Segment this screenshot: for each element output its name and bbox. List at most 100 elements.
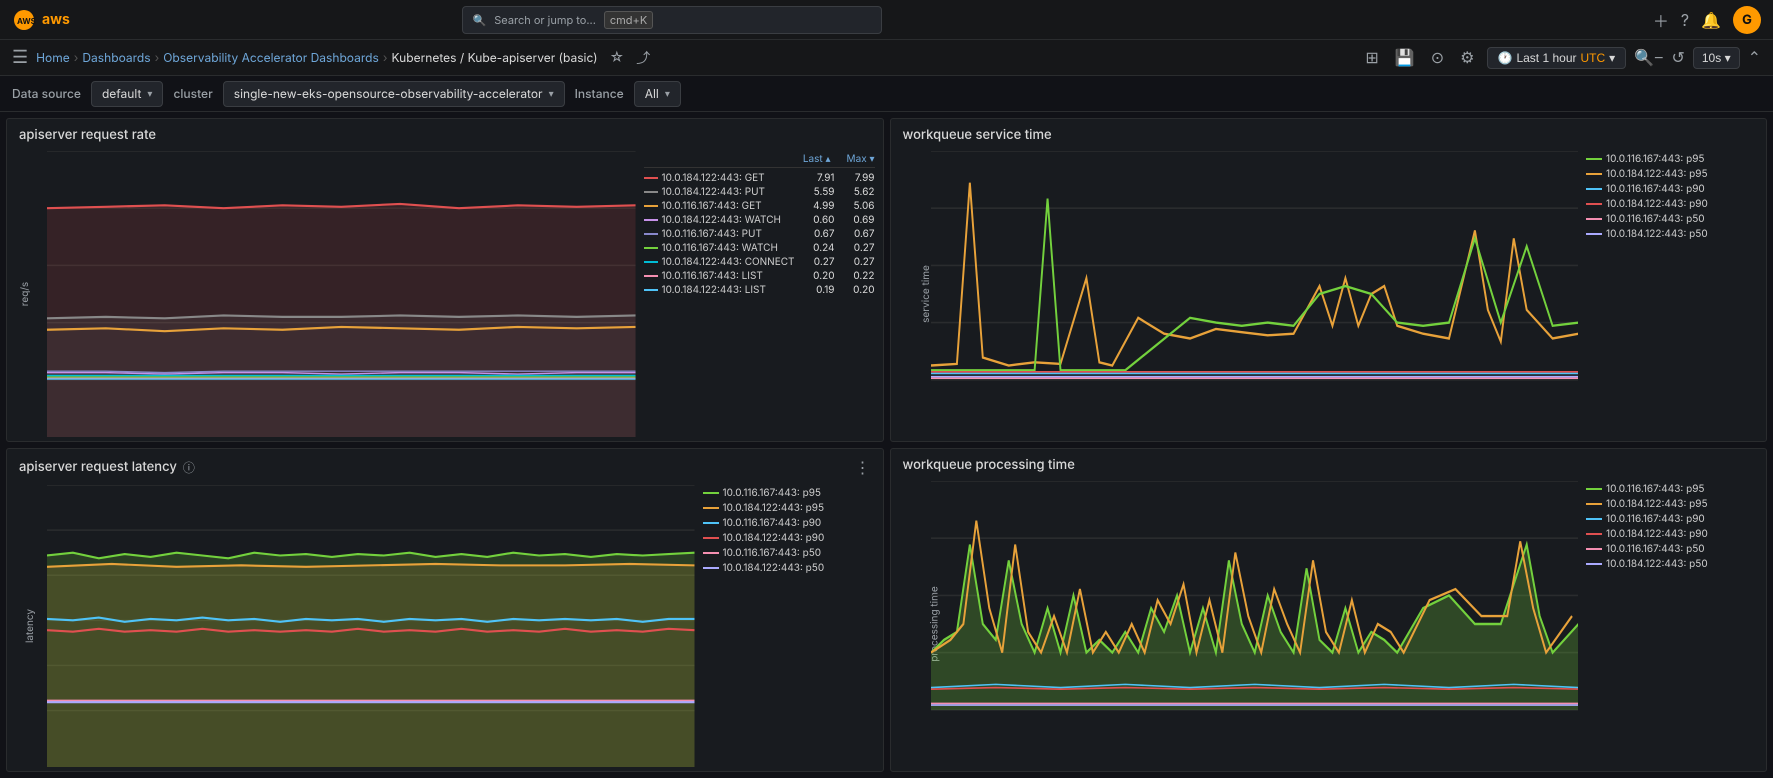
chart-inner-2: 0 s 5 ms 10 ms 15 ms 20 ms [931, 151, 1579, 437]
panel-header-2: workqueue service time [891, 119, 1767, 147]
breadcrumb-home[interactable]: Home [36, 50, 70, 65]
aws-logo: AWS aws [12, 8, 70, 32]
legend-color [644, 261, 658, 263]
chart-area-4: processing time 0 s 1 ms 2 ms 3 ms 4 ms [899, 481, 1579, 767]
wq-legend-color [1586, 158, 1602, 160]
wq-legend-2: 10.0.116.167:443: p95 10.0.184.122:443: … [1578, 151, 1758, 437]
wq-legend-name: 10.0.116.167:443: p90 [1606, 183, 1705, 195]
panel-workqueue-processing-time: workqueue processing time processing tim… [890, 448, 1768, 772]
legend-last: 0.24 [799, 242, 835, 254]
processing-legend-color [1586, 488, 1602, 490]
wq-legend-name: 10.0.184.122:443: p50 [1606, 228, 1708, 240]
save-icon[interactable]: 💾 [1391, 44, 1419, 72]
legend-color [644, 247, 658, 249]
help-icon[interactable]: ? [1681, 10, 1689, 30]
chart-area-1: req/s 0.00 5.00 10.00 15.00 2 [15, 151, 636, 437]
chart-inner-4: 0 s 1 ms 2 ms 3 ms 4 ms [931, 481, 1579, 767]
processing-legend-color [1586, 503, 1602, 505]
hamburger-menu[interactable]: ☰ [12, 47, 28, 68]
chart-area-3: latency 0 s 5 ms 10 ms 15 ms 20 ms [15, 485, 695, 767]
panel-menu-3[interactable]: ⋮ [855, 457, 871, 477]
legend-last: 0.27 [799, 256, 835, 268]
circle-icon[interactable]: ⊙ [1427, 44, 1448, 72]
panel-workqueue-service-time: workqueue service time service time 0 s … [890, 118, 1768, 442]
legend-3: 10.0.116.167:443: p95 10.0.184.122:443: … [695, 485, 875, 767]
legend-last: 0.19 [799, 284, 835, 296]
instance-select[interactable]: All ▾ [634, 81, 681, 107]
latency-legend-item: 10.0.184.122:443: p95 [703, 502, 875, 514]
legend-last: 7.91 [799, 172, 835, 184]
datasource-select[interactable]: default ▾ [91, 81, 163, 107]
nav-right-actions: ⊞ 💾 ⊙ ⚙ 🕐 Last 1 hour UTC ▾ 🔍− ↺ 10s ▾ ⌃ [1361, 44, 1761, 72]
legend-color [644, 289, 658, 291]
legend-name: 10.0.116.167:443: PUT [662, 228, 795, 240]
share-icon[interactable]: ⤴ [636, 48, 650, 68]
plus-icon[interactable]: ＋ [1653, 8, 1669, 32]
collapse-button[interactable]: ⌃ [1748, 48, 1761, 68]
processing-legend-item: 10.0.116.167:443: p95 [1586, 483, 1758, 495]
processing-legend-color [1586, 563, 1602, 565]
panel-title-2: workqueue service time [903, 127, 1052, 143]
panel-title-4: workqueue processing time [903, 457, 1075, 473]
datasource-label: Data source [12, 86, 81, 101]
latency-legend-color [703, 567, 719, 569]
wq-legend-item: 10.0.184.122:443: p95 [1586, 168, 1758, 180]
chart-inner-1: 0.00 5.00 10.00 15.00 20.00 [47, 151, 636, 437]
panel-body-2: service time 0 s 5 ms 10 ms 15 ms 20 ms [891, 147, 1767, 441]
latency-legend-color [703, 537, 719, 539]
breadcrumb: Home › Dashboards › Observability Accele… [36, 50, 597, 65]
breadcrumb-dashboards[interactable]: Dashboards [82, 50, 150, 65]
wq-legend-name: 10.0.184.122:443: p90 [1606, 198, 1708, 210]
legend-max: 0.27 [839, 242, 875, 254]
legend-max: 7.99 [839, 172, 875, 184]
cluster-select[interactable]: single-new-eks-opensource-observability-… [223, 81, 565, 107]
legend-name: 10.0.116.167:443: LIST [662, 270, 795, 282]
legend-name: 10.0.116.167:443: GET [662, 200, 795, 212]
processing-legend-item: 10.0.184.122:443: p95 [1586, 498, 1758, 510]
legend-item: 10.0.184.122:443: WATCH 0.60 0.69 [644, 214, 875, 226]
refresh-interval-button[interactable]: 10s ▾ [1693, 47, 1740, 69]
latency-legend-color [703, 552, 719, 554]
latency-legend-name: 10.0.116.167:443: p95 [723, 487, 822, 499]
search-icon: 🔍 [473, 13, 487, 27]
panel-body-3: latency 0 s 5 ms 10 ms 15 ms 20 ms [7, 481, 883, 771]
processing-legend-name: 10.0.116.167:443: p95 [1606, 483, 1705, 495]
legend-color [644, 177, 658, 179]
panel-title-1: apiserver request rate [19, 127, 156, 143]
legend-item: 10.0.116.167:443: GET 4.99 5.06 [644, 200, 875, 212]
avatar[interactable]: G [1733, 6, 1761, 34]
zoom-out-button[interactable]: 🔍− [1634, 48, 1663, 68]
legend-last: 0.20 [799, 270, 835, 282]
breadcrumb-observability[interactable]: Observability Accelerator Dashboards [163, 50, 379, 65]
zoom-refresh-button[interactable]: ↺ [1671, 48, 1684, 68]
processing-legend-color [1586, 548, 1602, 550]
bell-icon[interactable]: 🔔 [1701, 10, 1721, 30]
cluster-label: cluster [173, 86, 212, 101]
top-right-actions: ＋ ? 🔔 G [1653, 6, 1761, 34]
dashboard-grid: apiserver request rate req/s 0.00 5.00 [0, 112, 1773, 778]
wq-legend-name: 10.0.116.167:443: p95 [1606, 153, 1705, 165]
chart-area-2: service time 0 s 5 ms 10 ms 15 ms 20 ms [899, 151, 1579, 437]
info-icon-3: ⓘ [183, 459, 195, 476]
time-range-button[interactable]: 🕐 Last 1 hour UTC ▾ [1487, 47, 1627, 69]
legend-1: Last ▴ Max ▾ 10.0.184.122:443: GET 7.91 … [636, 151, 875, 437]
processing-legend-item: 10.0.184.122:443: p50 [1586, 558, 1758, 570]
star-icon[interactable]: ☆ [610, 49, 625, 66]
panel-body-1: req/s 0.00 5.00 10.00 15.00 2 [7, 147, 883, 441]
y-axis-label-1: req/s [19, 282, 31, 306]
filter-bar: Data source default ▾ cluster single-new… [0, 76, 1773, 112]
panel-body-4: processing time 0 s 1 ms 2 ms 3 ms 4 ms [891, 477, 1767, 771]
wq-legend-color [1586, 218, 1602, 220]
search-bar[interactable]: 🔍 Search or jump to... cmd+K [462, 6, 882, 34]
latency-legend-name: 10.0.116.167:443: p90 [723, 517, 822, 529]
panel-apiserver-request-rate: apiserver request rate req/s 0.00 5.00 [6, 118, 884, 442]
settings-icon[interactable]: ⚙ [1456, 44, 1478, 72]
processing-legend-item: 10.0.116.167:443: p90 [1586, 513, 1758, 525]
legend-last: 0.67 [799, 228, 835, 240]
processing-legend-name: 10.0.116.167:443: p90 [1606, 513, 1705, 525]
legend-item: 10.0.116.167:443: LIST 0.20 0.22 [644, 270, 875, 282]
chart-inner-3: 0 s 5 ms 10 ms 15 ms 20 ms 25 ms [47, 485, 695, 767]
panel-layout-icon[interactable]: ⊞ [1361, 44, 1382, 72]
legend-color [644, 205, 658, 207]
wq-legend-item: 10.0.116.167:443: p50 [1586, 213, 1758, 225]
